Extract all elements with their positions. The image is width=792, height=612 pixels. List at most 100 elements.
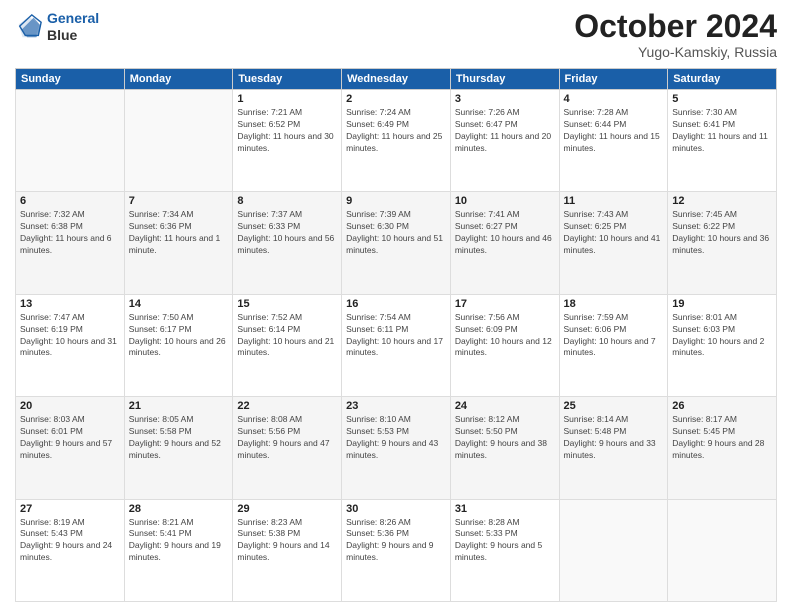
- calendar-cell: 9 Sunrise: 7:39 AM Sunset: 6:30 PM Daylig…: [342, 192, 451, 294]
- calendar-header-wednesday: Wednesday: [342, 69, 451, 90]
- calendar-cell: 4Sunrise: 7:28 AM Sunset: 6:44 PM Daylig…: [559, 90, 668, 192]
- calendar-cell: [668, 499, 777, 601]
- calendar-cell: 16 Sunrise: 7:54 AM Sunset: 6:11 PM Dayli…: [342, 294, 451, 396]
- day-number: 26: [672, 400, 772, 412]
- calendar-header-saturday: Saturday: [668, 69, 777, 90]
- calendar-cell: 18 Sunrise: 7:59 AM Sunset: 6:06 PM Dayli…: [559, 294, 668, 396]
- day-info: Sunrise: 8:26 AM Sunset: 5:36 PM Dayligh…: [346, 517, 446, 565]
- logo: General Blue: [15, 10, 99, 44]
- day-number: 13: [20, 298, 120, 310]
- calendar-cell: 3 Sunrise: 7:26 AM Sunset: 6:47 PM Daylig…: [450, 90, 559, 192]
- day-number: 19: [672, 298, 772, 310]
- day-info: Sunrise: 7:41 AM Sunset: 6:27 PM Dayligh…: [455, 209, 555, 257]
- day-info: Sunrise: 8:19 AM Sunset: 5:43 PM Dayligh…: [20, 517, 120, 565]
- day-info: Sunrise: 8:28 AM Sunset: 5:33 PM Dayligh…: [455, 517, 555, 565]
- day-number: 25: [564, 400, 664, 412]
- calendar-cell: 8Sunrise: 7:37 AM Sunset: 6:33 PM Daylig…: [233, 192, 342, 294]
- day-info: Sunrise: 7:52 AM Sunset: 6:14 PM Dayligh…: [237, 312, 337, 360]
- calendar-cell: [16, 90, 125, 192]
- logo-line2: Blue: [47, 27, 99, 44]
- calendar-cell: 13 Sunrise: 7:47 AM Sunset: 6:19 PM Dayli…: [16, 294, 125, 396]
- calendar-cell: 21 Sunrise: 8:05 AM Sunset: 5:58 PM Dayli…: [124, 397, 233, 499]
- day-number: 27: [20, 503, 120, 515]
- day-number: 12: [672, 195, 772, 207]
- day-number: 10: [455, 195, 555, 207]
- day-info: Sunrise: 7:21 AM Sunset: 6:52 PM Dayligh…: [237, 107, 337, 155]
- calendar-header-friday: Friday: [559, 69, 668, 90]
- day-number: 14: [129, 298, 229, 310]
- day-info: Sunrise: 7:24 AM Sunset: 6:49 PM Dayligh…: [346, 107, 446, 155]
- day-number: 9: [346, 195, 446, 207]
- logo-text: General Blue: [47, 10, 99, 44]
- calendar-cell: [124, 90, 233, 192]
- calendar-cell: 30 Sunrise: 8:26 AM Sunset: 5:36 PM Dayli…: [342, 499, 451, 601]
- day-info: Sunrise: 8:14 AM Sunset: 5:48 PM Dayligh…: [564, 414, 664, 462]
- day-info: Sunrise: 7:59 AM Sunset: 6:06 PM Dayligh…: [564, 312, 664, 360]
- day-info: Sunrise: 7:47 AM Sunset: 6:19 PM Dayligh…: [20, 312, 120, 360]
- day-info: Sunrise: 8:21 AM Sunset: 5:41 PM Dayligh…: [129, 517, 229, 565]
- calendar-cell: 25 Sunrise: 8:14 AM Sunset: 5:48 PM Dayli…: [559, 397, 668, 499]
- day-info: Sunrise: 8:08 AM Sunset: 5:56 PM Dayligh…: [237, 414, 337, 462]
- day-number: 11: [564, 195, 664, 207]
- page: General Blue October 2024 Yugo-Kamskiy, …: [0, 0, 792, 612]
- month-title: October 2024: [574, 10, 777, 42]
- calendar-header-row: SundayMondayTuesdayWednesdayThursdayFrid…: [16, 69, 777, 90]
- calendar-cell: 10 Sunrise: 7:41 AM Sunset: 6:27 PM Dayli…: [450, 192, 559, 294]
- day-info: Sunrise: 8:05 AM Sunset: 5:58 PM Dayligh…: [129, 414, 229, 462]
- day-number: 29: [237, 503, 337, 515]
- day-number: 2: [346, 93, 446, 105]
- day-info: Sunrise: 8:10 AM Sunset: 5:53 PM Dayligh…: [346, 414, 446, 462]
- calendar-cell: 24Sunrise: 8:12 AM Sunset: 5:50 PM Dayli…: [450, 397, 559, 499]
- calendar-cell: 7 Sunrise: 7:34 AM Sunset: 6:36 PM Daylig…: [124, 192, 233, 294]
- calendar-header-thursday: Thursday: [450, 69, 559, 90]
- calendar-cell: 14 Sunrise: 7:50 AM Sunset: 6:17 PM Dayli…: [124, 294, 233, 396]
- day-info: Sunrise: 7:43 AM Sunset: 6:25 PM Dayligh…: [564, 209, 664, 257]
- calendar-week-row: 20Sunrise: 8:03 AM Sunset: 6:01 PM Dayli…: [16, 397, 777, 499]
- title-block: October 2024 Yugo-Kamskiy, Russia: [574, 10, 777, 60]
- day-number: 22: [237, 400, 337, 412]
- header: General Blue October 2024 Yugo-Kamskiy, …: [15, 10, 777, 60]
- day-info: Sunrise: 8:17 AM Sunset: 5:45 PM Dayligh…: [672, 414, 772, 462]
- day-number: 18: [564, 298, 664, 310]
- day-number: 7: [129, 195, 229, 207]
- day-number: 3: [455, 93, 555, 105]
- calendar-cell: 17 Sunrise: 7:56 AM Sunset: 6:09 PM Dayli…: [450, 294, 559, 396]
- day-info: Sunrise: 7:50 AM Sunset: 6:17 PM Dayligh…: [129, 312, 229, 360]
- calendar-table: SundayMondayTuesdayWednesdayThursdayFrid…: [15, 68, 777, 602]
- day-number: 16: [346, 298, 446, 310]
- day-info: Sunrise: 7:30 AM Sunset: 6:41 PM Dayligh…: [672, 107, 772, 155]
- day-number: 17: [455, 298, 555, 310]
- day-number: 5: [672, 93, 772, 105]
- calendar-header-tuesday: Tuesday: [233, 69, 342, 90]
- calendar-header-monday: Monday: [124, 69, 233, 90]
- day-info: Sunrise: 7:54 AM Sunset: 6:11 PM Dayligh…: [346, 312, 446, 360]
- calendar-cell: 5 Sunrise: 7:30 AM Sunset: 6:41 PM Daylig…: [668, 90, 777, 192]
- calendar-cell: 19 Sunrise: 8:01 AM Sunset: 6:03 PM Dayli…: [668, 294, 777, 396]
- calendar-cell: 26 Sunrise: 8:17 AM Sunset: 5:45 PM Dayli…: [668, 397, 777, 499]
- day-info: Sunrise: 8:01 AM Sunset: 6:03 PM Dayligh…: [672, 312, 772, 360]
- calendar-header-sunday: Sunday: [16, 69, 125, 90]
- calendar-week-row: 13 Sunrise: 7:47 AM Sunset: 6:19 PM Dayli…: [16, 294, 777, 396]
- calendar-cell: 12Sunrise: 7:45 AM Sunset: 6:22 PM Dayli…: [668, 192, 777, 294]
- day-info: Sunrise: 7:34 AM Sunset: 6:36 PM Dayligh…: [129, 209, 229, 257]
- day-number: 8: [237, 195, 337, 207]
- day-info: Sunrise: 7:39 AM Sunset: 6:30 PM Dayligh…: [346, 209, 446, 257]
- calendar-cell: 6Sunrise: 7:32 AM Sunset: 6:38 PM Daylig…: [16, 192, 125, 294]
- day-info: Sunrise: 7:26 AM Sunset: 6:47 PM Dayligh…: [455, 107, 555, 155]
- calendar-cell: 27 Sunrise: 8:19 AM Sunset: 5:43 PM Dayli…: [16, 499, 125, 601]
- day-info: Sunrise: 8:03 AM Sunset: 6:01 PM Dayligh…: [20, 414, 120, 462]
- day-number: 21: [129, 400, 229, 412]
- day-info: Sunrise: 7:56 AM Sunset: 6:09 PM Dayligh…: [455, 312, 555, 360]
- day-number: 6: [20, 195, 120, 207]
- day-number: 24: [455, 400, 555, 412]
- day-info: Sunrise: 7:28 AM Sunset: 6:44 PM Dayligh…: [564, 107, 664, 155]
- day-number: 23: [346, 400, 446, 412]
- day-info: Sunrise: 8:23 AM Sunset: 5:38 PM Dayligh…: [237, 517, 337, 565]
- day-number: 28: [129, 503, 229, 515]
- calendar-week-row: 27 Sunrise: 8:19 AM Sunset: 5:43 PM Dayli…: [16, 499, 777, 601]
- calendar-week-row: 6Sunrise: 7:32 AM Sunset: 6:38 PM Daylig…: [16, 192, 777, 294]
- day-number: 31: [455, 503, 555, 515]
- calendar-cell: [559, 499, 668, 601]
- day-number: 30: [346, 503, 446, 515]
- calendar-cell: 1Sunrise: 7:21 AM Sunset: 6:52 PM Daylig…: [233, 90, 342, 192]
